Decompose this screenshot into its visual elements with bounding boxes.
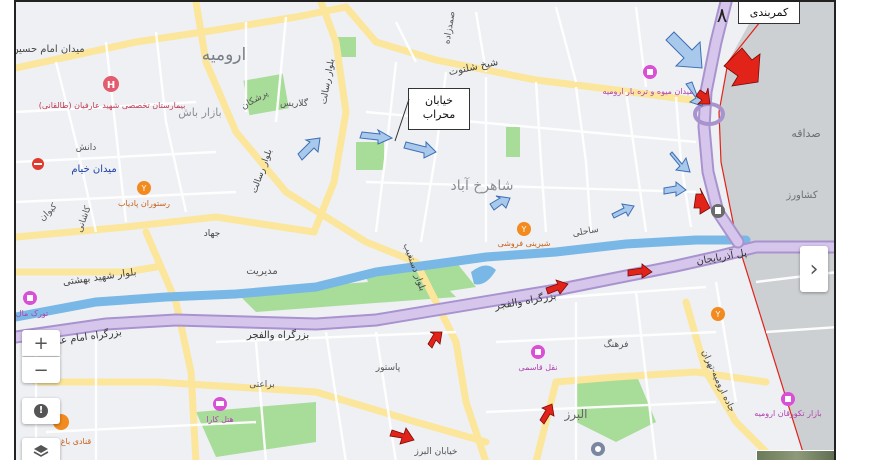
alborz-label: البرز xyxy=(563,407,587,422)
restaurant-icon[interactable]: Y xyxy=(137,181,151,195)
padyab-restaurant-label: رستوران پادیاب xyxy=(118,199,170,208)
place-marker-icon[interactable] xyxy=(711,204,725,218)
no-entry-icon xyxy=(32,158,44,170)
fruit-market-label: میدان میوه و تره بار ارومیه xyxy=(603,87,694,96)
hospital-icon[interactable]: H xyxy=(103,76,119,92)
shopping-bag-icon[interactable] xyxy=(781,392,795,406)
naghl-ghasemi-label: نقل قاسمی xyxy=(518,363,557,372)
map-view[interactable]: H Y Y Y ارومیه میدان امام حسین میدان خیا… xyxy=(14,0,836,460)
danesh-street-label: دانش xyxy=(76,143,97,153)
map-canvas[interactable]: H Y Y Y ارومیه میدان امام حسین میدان خیا… xyxy=(16,2,836,460)
ring-road-callout: کمربندی xyxy=(738,2,800,24)
shopping-bag-icon[interactable] xyxy=(531,345,545,359)
keshavarz-label: کشاورز xyxy=(785,190,817,201)
alborz-street-label: خیابان البرز xyxy=(413,447,457,457)
info-icon: ! xyxy=(34,404,48,418)
jahad-street-label: جهاد xyxy=(204,229,220,239)
info-button[interactable]: ! xyxy=(22,398,60,424)
pastry-shop-label: شیرینی فروشی xyxy=(498,239,551,248)
pastour-street-label: پاستور xyxy=(375,363,401,373)
khayyam-square-label: میدان خیام xyxy=(71,164,116,175)
shahrak-abad-label: شاهرخ آباد xyxy=(451,177,514,194)
svg-text:H: H xyxy=(107,80,115,91)
zoom-in-icon: + xyxy=(33,332,49,354)
hotel-icon[interactable] xyxy=(213,397,227,411)
bazaar-label: بازار باش xyxy=(178,106,221,119)
sadaghe-label: صداقه xyxy=(791,127,820,140)
zoom-out-icon: − xyxy=(33,359,49,381)
callout-line-2: محراب xyxy=(422,108,456,121)
city-label: ارومیه xyxy=(202,45,247,65)
callout-line-1: کمربندی xyxy=(749,6,789,19)
hotel-kara-label: هتل کارا xyxy=(206,415,234,424)
place-marker-icon[interactable] xyxy=(591,442,605,456)
shopping-bag-icon[interactable] xyxy=(23,291,37,305)
zoom-in-button[interactable]: + xyxy=(22,330,60,356)
layers-icon xyxy=(33,445,49,457)
shopping-bag-icon[interactable] xyxy=(643,65,657,79)
svg-text:Y: Y xyxy=(715,310,721,319)
restaurant-icon[interactable]: Y xyxy=(711,307,725,321)
number-8-label: ٨ xyxy=(717,3,728,27)
satellite-thumbnail[interactable] xyxy=(756,450,834,460)
hospital-label: بیمارستان تخصصی شهید عارفیان (طالقانی) xyxy=(39,101,186,110)
layers-button[interactable] xyxy=(22,438,60,460)
baraati-street-label: براعتی xyxy=(249,380,275,390)
callout-line-1: خیابان xyxy=(425,94,453,107)
zoom-out-button[interactable]: − xyxy=(22,357,60,383)
takurghan-bazaar-label: بازار تکورقان ارومیه xyxy=(754,409,821,418)
farhang-street-label: فرهنگ xyxy=(604,338,629,350)
chevron-right-icon: › xyxy=(809,256,819,282)
svg-text:Y: Y xyxy=(521,225,527,234)
glaris-street-label: گلاریس xyxy=(280,97,309,109)
restaurant-icon[interactable]: Y xyxy=(517,222,531,236)
callout-pointer xyxy=(394,98,410,142)
svg-text:Y: Y xyxy=(141,184,147,193)
valfajr-highway-west-label: بزرگراه والفجر xyxy=(246,329,309,341)
imam-hossein-square-label: میدان امام حسین xyxy=(16,44,85,55)
mehrab-street-callout: خیابان محراب xyxy=(408,88,470,130)
modiriat-label: مدیریت xyxy=(246,266,278,277)
next-panel-button[interactable]: › xyxy=(800,246,828,292)
bazaar-gate-label: قنادی باغ xyxy=(61,437,92,446)
tours-mall-label: تورک مال xyxy=(16,309,48,318)
